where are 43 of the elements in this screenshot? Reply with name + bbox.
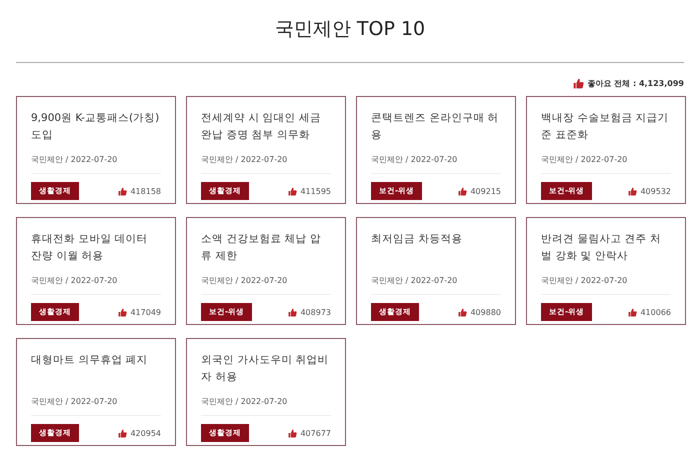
like-count: 420954 <box>130 428 161 438</box>
thumbs-up-icon <box>288 308 298 316</box>
proposal-title: 소액 건강보험료 체납 압류 제한 <box>201 232 322 264</box>
proposal-title: 외국인 가사도우미 취업비자 허용 <box>201 353 330 385</box>
proposal-meta: 국민제안 / 2022-07-20 <box>541 275 671 295</box>
like-count: 411595 <box>300 186 331 196</box>
thumbs-up-icon <box>628 186 638 196</box>
like-count: 418158 <box>130 186 161 196</box>
like-count: 409215 <box>470 186 501 196</box>
thumbs-up-icon <box>628 308 638 316</box>
thumbs-up-icon <box>288 428 298 438</box>
thumbs-up-icon <box>458 308 468 316</box>
thumbs-up-icon <box>118 186 128 196</box>
proposal-title: 콘택트렌즈 온라인구매 허용 <box>371 111 500 143</box>
proposal-title: 전세계약 시 임대인 세금완납 증명 첨부 의무화 <box>201 111 322 143</box>
like-count: 409532 <box>640 186 671 196</box>
thumbs-up-icon <box>288 186 298 196</box>
like-count: 408973 <box>300 308 331 316</box>
like-count: 417049 <box>130 308 161 316</box>
proposal-meta: 국민제안 / 2022-07-20 <box>371 154 501 174</box>
proposal-meta: 국민제안 / 2022-07-20 <box>201 275 331 295</box>
thumbs-up-icon <box>118 428 128 438</box>
proposal-meta: 국민제안 / 2022-07-20 <box>541 154 671 174</box>
thumbs-up-icon <box>458 186 468 196</box>
proposal-title: 반려견 물림사고 견주 처벌 강화 및 안락사 <box>541 232 662 264</box>
proposal-meta: 국민제안 / 2022-07-20 <box>31 154 161 174</box>
proposal-meta: 국민제안 / 2022-07-20 <box>31 275 161 295</box>
proposal-meta: 국민제안 / 2022-07-20 <box>201 396 331 416</box>
thumbs-up-icon <box>118 308 128 316</box>
proposal-meta: 국민제안 / 2022-07-20 <box>371 275 501 295</box>
page-title: 국민제안 TOP 10 <box>274 17 426 42</box>
thumbs-up-icon <box>573 78 584 89</box>
like-count: 409880 <box>470 308 501 316</box>
proposal-meta: 국민제안 / 2022-07-20 <box>31 396 161 416</box>
total-likes: 좋아요 전체 : 4,123,099 <box>587 78 684 89</box>
proposal-title: 대형마트 의무휴업 폐지 <box>31 353 149 368</box>
proposal-title: 백내장 수술보험금 지급기준 표준화 <box>541 111 670 143</box>
proposal-meta: 국민제안 / 2022-07-20 <box>201 154 331 174</box>
proposal-title: 휴대전화 모바일 데이터 잔량 이월 허용 <box>31 232 149 264</box>
proposal-title: 최저임금 차등적용 <box>371 232 464 247</box>
like-count: 410066 <box>640 308 671 316</box>
proposal-title: 9,900원 K-교통패스(가칭) 도입 <box>31 111 160 143</box>
like-count: 407677 <box>300 428 331 438</box>
